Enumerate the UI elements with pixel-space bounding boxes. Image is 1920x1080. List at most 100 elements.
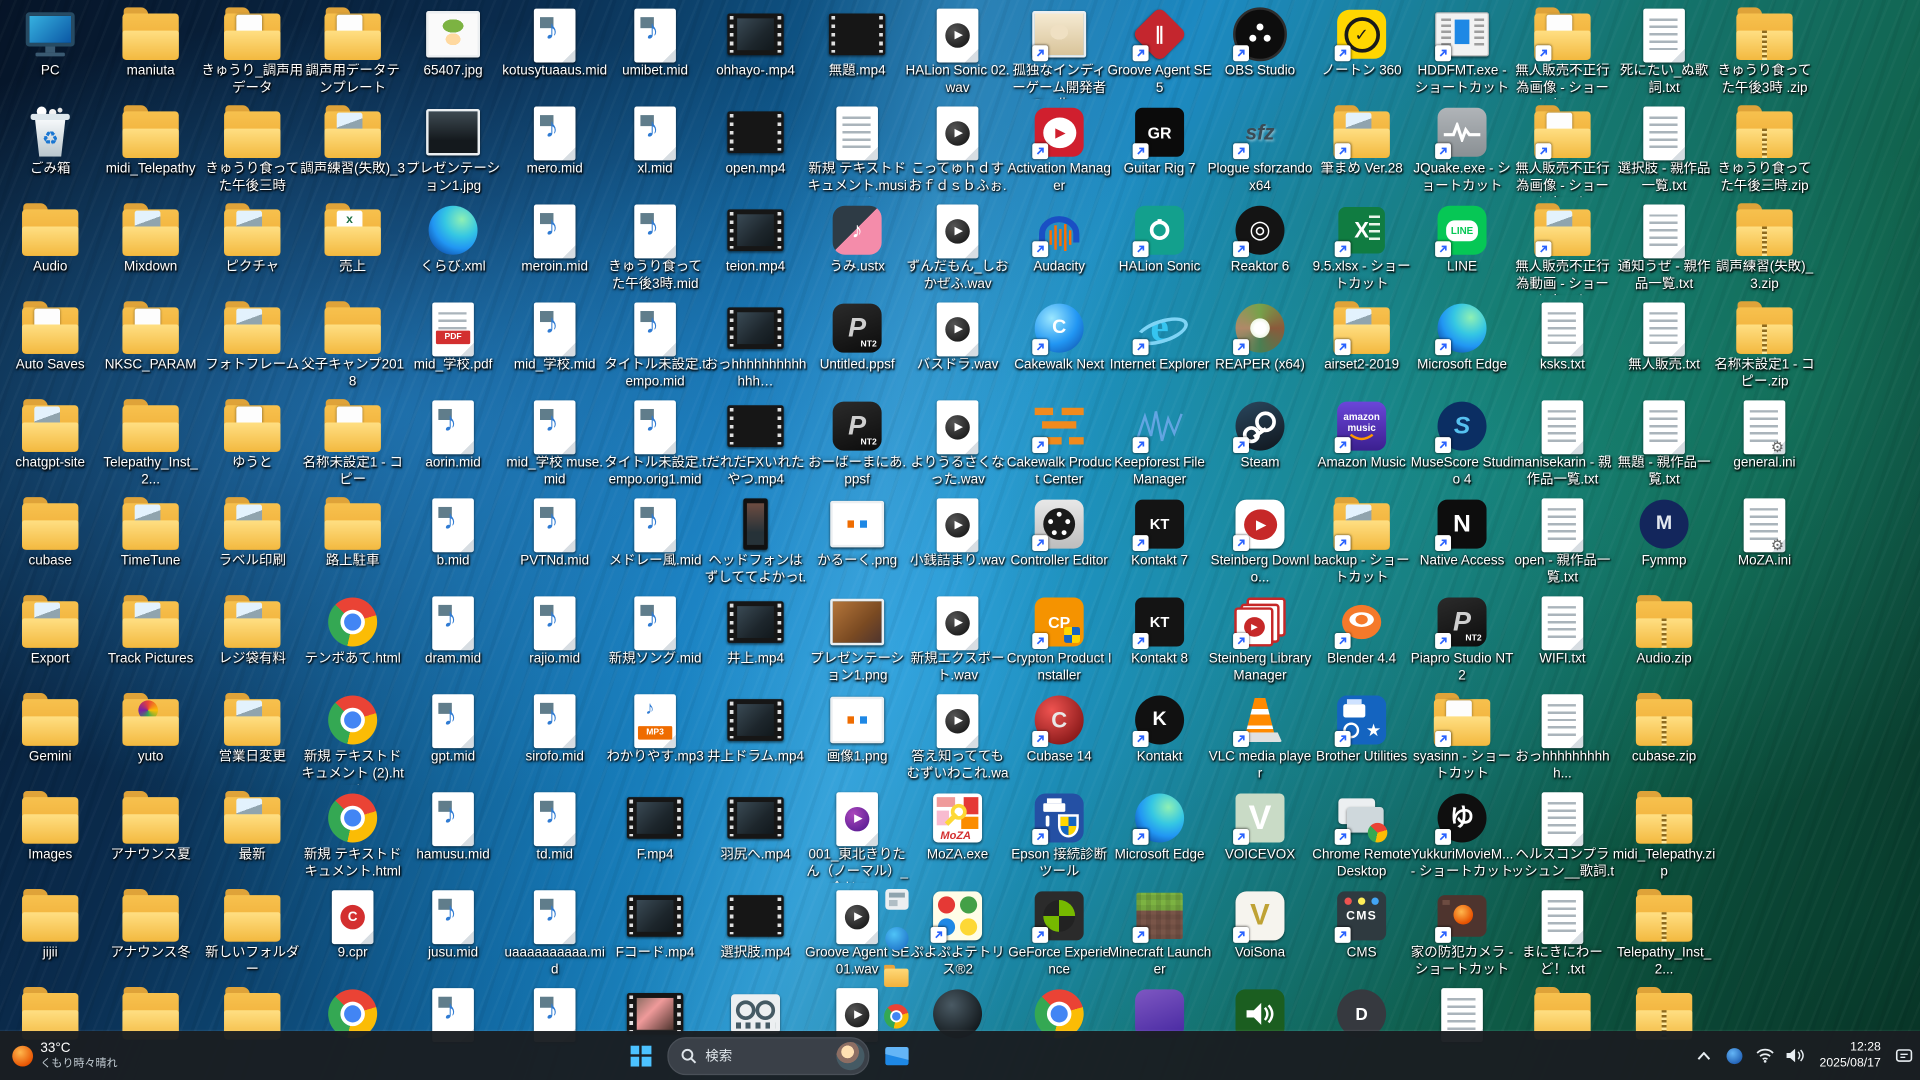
taskbar-app-chrome[interactable]	[876, 997, 918, 1036]
desktop-icon[interactable]: Steam	[1210, 397, 1310, 493]
desktop-icon[interactable]: Minecraft Launcher	[1109, 887, 1209, 983]
desktop-icon[interactable]: SMuseScore Studio 4	[1412, 397, 1512, 493]
desktop-icon[interactable]: ♪td.mid	[504, 789, 604, 885]
desktop-icon[interactable]: Epson 接続診断ツール	[1009, 789, 1109, 885]
desktop-icon[interactable]: 調声練習(失敗)_3.zip	[1714, 201, 1814, 297]
weather-widget[interactable]: 33°C くもり時々晴れ	[2, 1031, 127, 1080]
desktop-icon[interactable]: 無人販売不正行為動画 - ショートカット	[1512, 201, 1612, 297]
desktop-icon[interactable]: ♪mid_学校 muse.mid	[504, 397, 604, 493]
wifi-icon[interactable]	[1752, 1037, 1779, 1074]
desktop-icon[interactable]: NKSC_PARAM	[100, 299, 200, 395]
desktop-icon[interactable]: まにきにわーど！.txt	[1512, 887, 1612, 983]
desktop-icon[interactable]: だれだFXいれたやつ.mp4	[705, 397, 805, 493]
desktop-icon[interactable]: くらび.xml	[403, 201, 503, 297]
desktop-icon[interactable]: cubase	[0, 495, 100, 591]
desktop-icon[interactable]: GeForce Experience	[1009, 887, 1109, 983]
desktop-icon[interactable]: chatgpt-site	[0, 397, 100, 493]
desktop-icon[interactable]: midi_Telepathy.zip	[1614, 789, 1714, 885]
desktop-icon[interactable]: backup - ショートカット	[1311, 495, 1411, 591]
desktop-icon[interactable]: ✓ノートン 360	[1311, 5, 1411, 101]
desktop-icon[interactable]: ぷよぷよテトリス®2	[907, 887, 1007, 983]
desktop-icon[interactable]: テンポあて.html	[302, 593, 402, 689]
desktop-icon[interactable]: Fコード.mp4	[605, 887, 705, 983]
desktop-icon[interactable]: プレゼンテーション1.png	[807, 593, 907, 689]
desktop-icon[interactable]: ∥Groove Agent SE 5	[1109, 5, 1209, 101]
desktop-icon[interactable]: Gemini	[0, 691, 100, 787]
desktop-icon[interactable]: ラベル印刷	[202, 495, 302, 591]
desktop-icon[interactable]: ♪mid_学校.mid	[504, 299, 604, 395]
desktop-icon[interactable]: Blender 4.4	[1311, 593, 1411, 689]
desktop-icon[interactable]: 路上駐車	[302, 495, 402, 591]
desktop-icon[interactable]: ohhayo-.mp4	[705, 5, 805, 101]
desktop-icon[interactable]: JQuake.exe - ショートカット	[1412, 103, 1512, 199]
desktop-icon[interactable]: PNT2おーばーまにあ.ppsf	[807, 397, 907, 493]
desktop-icon[interactable]: ▶小銭詰まり.wav	[907, 495, 1007, 591]
desktop-icon[interactable]: ♪きゅうり食ってた午後3時.mid	[605, 201, 705, 297]
desktop-icon[interactable]: ピクチャ	[202, 201, 302, 297]
desktop-icon[interactable]: 通知うぜ - 親作品一覧.txt	[1614, 201, 1714, 297]
desktop-icon[interactable]: ♪umibet.mid	[605, 5, 705, 101]
desktop-icon[interactable]: 井上ドラム.mp4	[705, 691, 805, 787]
desktop-icon[interactable]: teion.mp4	[705, 201, 805, 297]
desktop-icon[interactable]: アナウンス冬	[100, 887, 200, 983]
desktop-icon[interactable]: 無人販売不正行為画像 - ショートカット	[1512, 103, 1612, 199]
taskbar-app-window-app[interactable]	[876, 879, 918, 918]
desktop-icon[interactable]: jijii	[0, 887, 100, 983]
desktop-icon[interactable]: 筆まめ Ver.28	[1311, 103, 1411, 199]
desktop-icon[interactable]: かるーく.png	[807, 495, 907, 591]
desktop-icon[interactable]: ヘルスコンプラッシュン__歌詞.txt	[1512, 789, 1612, 885]
desktop-icon[interactable]: 新しいフォルダー	[202, 887, 302, 983]
desktop-icon[interactable]: NNative Access	[1412, 495, 1512, 591]
desktop-icon[interactable]: ▶Steinberg Downlo...	[1210, 495, 1310, 591]
desktop-icon[interactable]: ⚙MoZA.ini	[1714, 495, 1814, 591]
notification-icon[interactable]	[1891, 1037, 1918, 1074]
desktop-icon[interactable]: ♪dram.mid	[403, 593, 503, 689]
desktop-icon[interactable]: CCakewalk Next	[1009, 299, 1109, 395]
desktop-icon[interactable]: KTKontakt 8	[1109, 593, 1209, 689]
desktop-icon[interactable]: ▶001_東北きりたん（ノーマル）_今じゃ…	[807, 789, 907, 885]
desktop-icon[interactable]: ♪タイトル未設定.tempo.orig1.mid	[605, 397, 705, 493]
desktop-icon[interactable]: 名称未設定1 - コピー	[302, 397, 402, 493]
desktop-icon[interactable]: Export	[0, 593, 100, 689]
desktop-icon[interactable]: きゅうり食ってた午後三時.zip	[1714, 103, 1814, 199]
desktop-icon[interactable]: ♪mero.mid	[504, 103, 604, 199]
desktop-icon[interactable]: VLC media player	[1210, 691, 1310, 787]
desktop-icon[interactable]: Mixdown	[100, 201, 200, 297]
desktop-icon[interactable]: PNT2Untitled.ppsf	[807, 299, 907, 395]
taskbar-app-file-explorer[interactable]	[876, 958, 918, 997]
desktop-icon[interactable]: Telepathy_Inst_2...	[1614, 887, 1714, 983]
desktop-icon[interactable]: PDFmid_学校.pdf	[403, 299, 503, 395]
desktop-icon[interactable]: ♪aorin.mid	[403, 397, 503, 493]
desktop-icon[interactable]: VVoiSona	[1210, 887, 1310, 983]
desktop-icon[interactable]: sfzPlogue sforzando x64	[1210, 103, 1310, 199]
desktop-icon[interactable]: CMSCMS	[1311, 887, 1411, 983]
desktop-icon[interactable]: ♪うみ.ustx	[807, 201, 907, 297]
desktop-icon[interactable]: F.mp4	[605, 789, 705, 885]
desktop-icon[interactable]: 調声用データテンプレート	[302, 5, 402, 101]
desktop-icon[interactable]: 最新	[202, 789, 302, 885]
desktop-icon[interactable]: KKontakt	[1109, 691, 1209, 787]
desktop-icon[interactable]: x売上	[302, 201, 402, 297]
taskbar-app-blue-app[interactable]	[876, 918, 918, 957]
desktop-icon[interactable]: Audio	[0, 201, 100, 297]
taskbar-app-mail[interactable]	[876, 1036, 918, 1075]
desktop-icon[interactable]: +HALion Sonic	[1109, 201, 1209, 297]
desktop-icon[interactable]: ksks.txt	[1512, 299, 1612, 395]
search-box[interactable]: 検索	[667, 1037, 869, 1075]
desktop-icon[interactable]: ♪b.mid	[403, 495, 503, 591]
desktop-icon[interactable]: OBS Studio	[1210, 5, 1310, 101]
desktop-icon[interactable]: 羽尻へ.mp4	[705, 789, 805, 885]
desktop-icon[interactable]: 井上.mp4	[705, 593, 805, 689]
desktop-icon[interactable]: ▶こってゅｈｄすおｆｄｓｂふぉ.wav	[907, 103, 1007, 199]
desktop-icon[interactable]: 調声練習(失敗)_3	[302, 103, 402, 199]
desktop-icon[interactable]: Controller Editor	[1009, 495, 1109, 591]
desktop-icon[interactable]: ♪rajio.mid	[504, 593, 604, 689]
desktop-icon[interactable]: WIFI.txt	[1512, 593, 1612, 689]
desktop-icon[interactable]: ♪MP3わかりやす.mp3	[605, 691, 705, 787]
desktop-icon[interactable]: open.mp4	[705, 103, 805, 199]
desktop-icon[interactable]: ▶ずんだもん_しおかぜふ.wav	[907, 201, 1007, 297]
desktop-icon[interactable]: 65407.jpg	[403, 5, 503, 101]
desktop-icon[interactable]: VVOICEVOX	[1210, 789, 1310, 885]
desktop-icon[interactable]: 孤独なインディーゲーム開発者の一生 …	[1009, 5, 1109, 101]
desktop-icon[interactable]: yuto	[100, 691, 200, 787]
